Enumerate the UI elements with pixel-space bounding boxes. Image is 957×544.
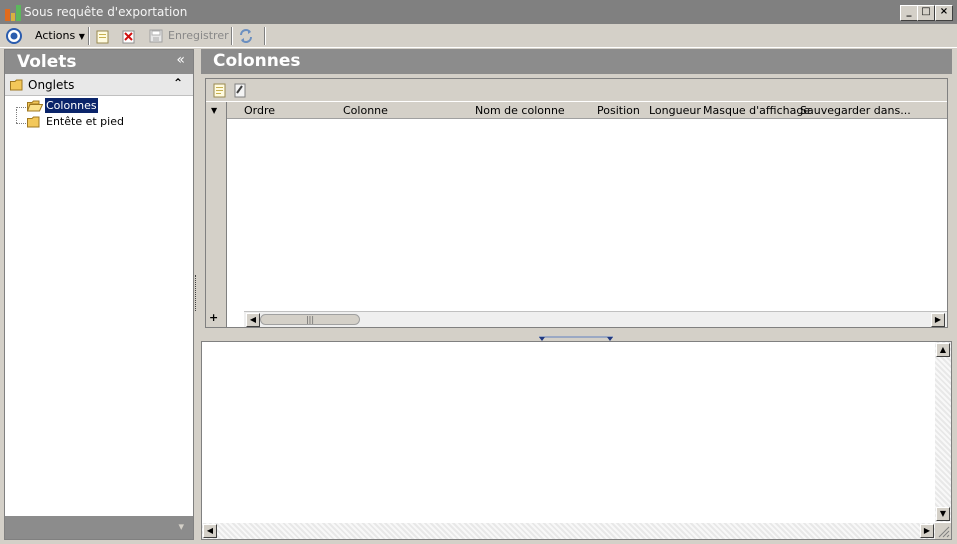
column-header[interactable]: Ordre bbox=[244, 104, 275, 117]
grid-column-headers: Ordre Colonne Nom de colonne Position Lo… bbox=[227, 102, 947, 119]
tree-item-label: Entête et pied bbox=[46, 115, 124, 128]
delete-icon[interactable] bbox=[122, 30, 135, 48]
scroll-left-button[interactable]: ◀ bbox=[203, 524, 217, 538]
chevron-down-icon: ▼ bbox=[78, 32, 85, 41]
detail-horizontal-scrollbar[interactable]: ◀ ▶ bbox=[202, 523, 935, 539]
refresh-icon[interactable] bbox=[238, 28, 254, 46]
column-header[interactable]: Position bbox=[597, 104, 640, 117]
horizontal-splitter[interactable] bbox=[537, 333, 615, 341]
tree-line bbox=[16, 109, 17, 123]
collapse-pane-button[interactable]: « bbox=[176, 52, 185, 68]
column-header[interactable]: Nom de colonne bbox=[475, 104, 565, 117]
resize-grip-icon[interactable] bbox=[935, 523, 951, 539]
window-title: Sous requête d'exportation bbox=[24, 5, 188, 19]
colonnes-panel: Colonnes ▼ + Ordre Colonne Nom de colonn… bbox=[201, 49, 952, 329]
app-icon bbox=[5, 5, 21, 21]
column-header[interactable]: Longueur bbox=[649, 104, 701, 117]
toolbar-separator bbox=[264, 27, 266, 45]
folder-icon bbox=[10, 79, 25, 91]
grid-toolbar bbox=[206, 79, 947, 101]
onglets-section-header[interactable]: Onglets ⌃ bbox=[5, 74, 193, 96]
colonnes-header: Colonnes bbox=[201, 49, 952, 74]
volets-title: Volets bbox=[17, 52, 77, 72]
left-pane: Volets « Onglets ⌃ Colonnes Entête et pi… bbox=[4, 49, 194, 540]
close-button[interactable]: × bbox=[935, 5, 953, 21]
actions-label: Actions bbox=[35, 29, 76, 42]
column-header[interactable]: Sauvegarder dans... bbox=[800, 104, 911, 117]
tree-line bbox=[16, 123, 26, 124]
add-row-icon[interactable] bbox=[213, 83, 226, 101]
add-row-button[interactable]: + bbox=[209, 311, 218, 324]
column-header[interactable]: Colonne bbox=[343, 104, 388, 117]
target-icon[interactable] bbox=[6, 28, 22, 46]
scroll-right-button[interactable]: ▶ bbox=[920, 524, 934, 538]
scroll-down-button[interactable]: ▼ bbox=[936, 507, 950, 521]
column-chooser-icon[interactable]: ▼ bbox=[211, 106, 217, 115]
title-bar[interactable]: Sous requête d'exportation _ □ × bbox=[0, 0, 957, 24]
columns-grid[interactable]: ▼ + Ordre Colonne Nom de colonne Positio… bbox=[205, 78, 948, 328]
colonnes-title: Colonnes bbox=[213, 51, 301, 71]
onglets-label: Onglets bbox=[28, 78, 75, 92]
edit-row-icon[interactable] bbox=[234, 83, 246, 101]
toolbar: Actions ▼ Enregistrer bbox=[0, 24, 957, 48]
maximize-button[interactable]: □ bbox=[917, 5, 935, 21]
tree-line bbox=[16, 107, 26, 108]
detail-pane[interactable]: ▲ ▼ ◀ ▶ bbox=[201, 341, 952, 540]
scroll-up-button[interactable]: ▲ bbox=[936, 343, 950, 357]
collapse-section-icon[interactable]: ⌃ bbox=[173, 76, 183, 90]
new-icon[interactable] bbox=[96, 30, 109, 48]
folder-icon bbox=[27, 116, 42, 128]
actions-menu[interactable]: Actions ▼ bbox=[35, 27, 85, 45]
volets-header: Volets « bbox=[5, 50, 193, 74]
vertical-splitter[interactable] bbox=[195, 275, 198, 311]
column-header[interactable]: Masque d'affichage bbox=[703, 104, 810, 117]
chevron-down-icon[interactable]: ▾ bbox=[178, 520, 184, 533]
grid-horizontal-scrollbar[interactable]: ◀ ||| ▶ bbox=[244, 311, 947, 327]
scroll-right-button[interactable]: ▶ bbox=[931, 313, 945, 327]
scroll-thumb[interactable]: ||| bbox=[260, 314, 360, 325]
detail-vertical-scrollbar[interactable]: ▲ ▼ bbox=[935, 342, 951, 522]
toolbar-separator bbox=[231, 27, 233, 45]
folder-open-icon bbox=[26, 100, 44, 112]
save-icon bbox=[149, 29, 163, 47]
tree-item-label: Colonnes bbox=[44, 97, 99, 114]
toolbar-separator bbox=[88, 27, 90, 45]
minimize-button[interactable]: _ bbox=[900, 5, 918, 21]
save-button[interactable]: Enregistrer bbox=[168, 27, 229, 45]
scroll-left-button[interactable]: ◀ bbox=[246, 313, 260, 327]
row-selector-column: ▼ + bbox=[206, 102, 227, 327]
pane-footer: ▾ bbox=[5, 516, 193, 539]
